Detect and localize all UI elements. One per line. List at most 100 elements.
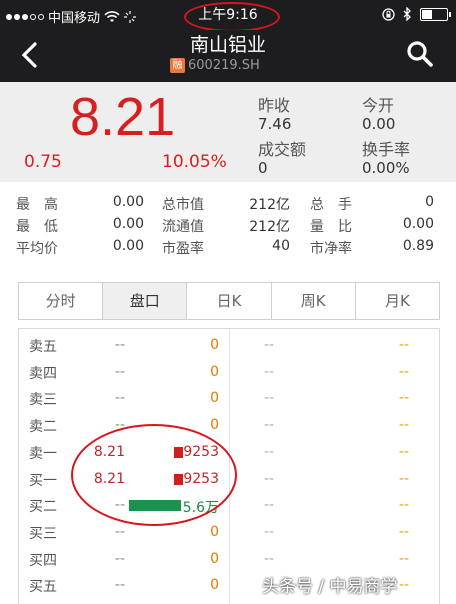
trade-detail-volume: --	[399, 523, 410, 540]
book-level-volume: 0	[210, 390, 219, 407]
book-row: 卖三 -- 0 -- --	[19, 386, 439, 412]
status-right	[382, 7, 451, 21]
tab-order-book[interactable]: 盘口	[103, 283, 188, 319]
trade-detail-price: --	[264, 523, 275, 540]
price-change-pct: 10.05%	[162, 152, 227, 172]
book-level-label: 买五	[29, 579, 57, 596]
search-icon[interactable]	[406, 40, 434, 68]
trade-detail-volume: --	[399, 497, 410, 514]
volume-ratio-label: 量 比	[310, 219, 352, 235]
book-level-price: --	[114, 363, 125, 380]
book-level-label: 卖四	[29, 365, 57, 382]
float-cap-label: 流通值	[162, 219, 204, 235]
chart-tabs: 分时 盘口 日K 周K 月K	[18, 282, 440, 320]
book-level-price: --	[114, 337, 125, 353]
trade-detail-volume: --	[399, 443, 410, 460]
pe-label: 市盈率	[162, 241, 204, 257]
book-level-volume: 0	[210, 577, 219, 594]
open-value: 0.00	[362, 115, 396, 133]
book-level-label: 买四	[29, 552, 57, 569]
book-level-price: --	[114, 390, 125, 407]
book-row: 卖四 -- 0 -- --	[19, 360, 439, 386]
volume-ratio-value: 0.00	[402, 216, 434, 232]
stock-code-line: 融 600219.SH	[170, 58, 260, 73]
book-level-label: 卖二	[29, 419, 57, 436]
book-level-volume: 0	[210, 363, 219, 380]
activity-icon	[124, 10, 137, 23]
high-value: 0.00	[112, 194, 144, 210]
book-level-label: 卖五	[29, 339, 57, 355]
trade-detail-volume: --	[399, 550, 410, 567]
tab-daily-k[interactable]: 日K	[187, 283, 272, 319]
trade-detail-volume: --	[399, 417, 410, 434]
prev-close-label: 昨收	[258, 96, 291, 115]
quote-panel: 8.21 0.75 10.05% 昨收 7.46 今开 0.00 成交额 0 换…	[0, 82, 456, 182]
book-level-volume: 0	[210, 550, 219, 567]
last-price: 8.21	[70, 87, 176, 147]
book-level-label: 卖三	[29, 392, 57, 409]
status-bar: 中国移动 上午9:16	[0, 0, 456, 32]
book-row: 买三 -- 0 -- --	[19, 520, 439, 546]
market-cap-label: 总市值	[162, 197, 204, 213]
trade-detail-price: --	[264, 390, 275, 407]
volume-value: 0	[425, 194, 434, 210]
rotation-lock-icon	[382, 7, 395, 21]
book-level-price: --	[114, 523, 125, 540]
trade-detail-volume: --	[399, 363, 410, 380]
float-cap-value: 212亿	[249, 219, 290, 235]
pe-value: 40	[272, 238, 290, 254]
avg-label: 平均价	[16, 241, 58, 257]
trade-detail-volume: --	[399, 577, 410, 594]
tab-intraday[interactable]: 分时	[19, 283, 104, 319]
volume-label: 总 手	[310, 197, 352, 213]
stats-grid: 最 高 0.00 最 低 0.00 平均价 0.00 总市值 212亿 流通值 …	[0, 182, 456, 262]
signal-strength-icon	[6, 13, 44, 20]
open-label: 今开	[362, 96, 395, 115]
status-left: 中国移动	[6, 7, 137, 26]
trade-detail-price: --	[264, 417, 275, 434]
pb-value: 0.89	[402, 238, 434, 254]
turnover-amount-value: 0	[258, 159, 268, 177]
trade-detail-volume: --	[399, 390, 410, 407]
turnover-rate-label: 换手率	[362, 140, 411, 159]
trade-detail-price: --	[264, 363, 275, 380]
low-value: 0.00	[112, 216, 144, 232]
book-level-volume: 0	[210, 337, 219, 353]
low-label: 最 低	[16, 219, 58, 235]
tab-monthly-k[interactable]: 月K	[356, 283, 439, 319]
book-level-label: 买一	[29, 472, 57, 489]
trade-detail-price: --	[264, 497, 275, 514]
book-level-label: 买三	[29, 525, 57, 542]
price-change: 0.75	[24, 152, 62, 172]
book-level-label: 买二	[29, 499, 57, 516]
pb-label: 市净率	[310, 241, 352, 257]
trade-detail-price: --	[264, 337, 275, 353]
book-level-price: --	[114, 577, 125, 594]
turnover-amount-label: 成交额	[258, 140, 307, 159]
stock-name: 南山铝业	[189, 34, 266, 56]
book-row: 买四 -- 0 -- --	[19, 547, 439, 573]
book-row: 卖五 -- 0 -- --	[19, 333, 439, 359]
wifi-icon	[104, 10, 120, 22]
turnover-rate-value: 0.00%	[362, 159, 410, 177]
book-row: 卖二 -- 0 -- --	[19, 413, 439, 439]
high-label: 最 高	[16, 197, 58, 213]
margin-badge: 融	[170, 58, 185, 73]
tab-weekly-k[interactable]: 周K	[272, 283, 356, 319]
prev-close-value: 7.46	[258, 115, 292, 133]
time-highlight-ring	[184, 2, 280, 32]
carrier-name: 中国移动	[48, 11, 101, 26]
avg-value: 0.00	[112, 238, 144, 254]
nav-bar: 南山铝业 融 600219.SH	[0, 30, 456, 82]
trade-detail-volume: --	[399, 337, 410, 353]
book-level-price: --	[114, 550, 125, 567]
trade-detail-price: --	[264, 470, 275, 487]
market-cap-value: 212亿	[249, 197, 290, 213]
trade-detail-price: --	[264, 550, 275, 567]
bid-ask-highlight-ring	[71, 424, 237, 526]
battery-icon	[420, 7, 451, 21]
trade-detail-price: --	[264, 443, 275, 460]
book-level-volume: 0	[210, 523, 219, 540]
bluetooth-icon	[403, 7, 411, 21]
trade-detail-volume: --	[399, 470, 410, 487]
